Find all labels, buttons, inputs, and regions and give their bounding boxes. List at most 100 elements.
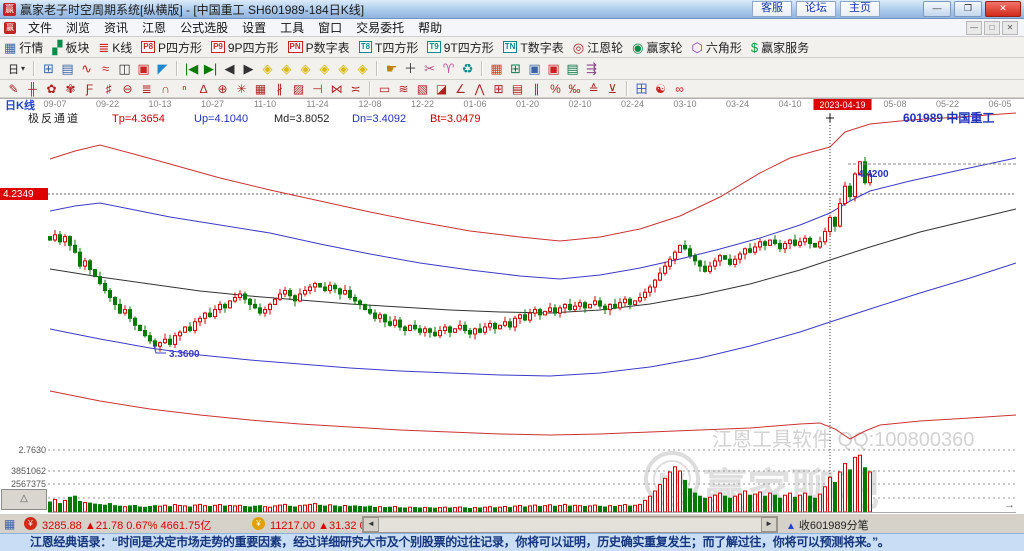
wave-icon[interactable]: ∿ [77,60,96,78]
menu-item-4[interactable]: 公式选股 [173,20,235,36]
titlebar-link-0[interactable]: 客服 [752,1,792,17]
percent-tool-icon[interactable]: % [546,80,565,98]
diamond-5-icon[interactable]: ◈ [334,60,353,78]
infinity-tool-icon[interactable]: ∞ [670,80,689,98]
zigzag-tool-icon[interactable]: ⋀ [470,80,489,98]
hatch-tool-icon[interactable]: ▨ [289,80,308,98]
mdi-control-1[interactable]: □ [984,21,1000,35]
t9-square-button[interactable]: T99T四方形 [427,39,493,56]
kline-chart-canvas[interactable]: 江恩工具软件 QQ:100800360财赢赢家聊吧4.23492.7630385… [0,99,1024,514]
hexagon-button[interactable]: ⬡六角形 [691,39,741,56]
angle-tool-icon[interactable]: ∠ [451,80,470,98]
scroll-right-arrow[interactable]: ► [761,517,777,532]
menu-item-0[interactable]: 文件 [21,20,59,36]
price-cycle-tool-icon[interactable]: ✾ [61,80,80,98]
menu-item-7[interactable]: 窗口 [311,20,349,36]
wave2-icon[interactable]: ≈ [96,60,115,78]
panel-tool-icon[interactable]: ▤ [508,80,527,98]
quotes-button[interactable]: ▦行情 [4,39,43,56]
grid-icon[interactable]: ▦ [4,517,15,531]
calculator-icon[interactable]: ⊞ [506,60,525,78]
approx-tool-icon[interactable]: ≙ [584,80,603,98]
close-button[interactable]: ✕ [985,1,1021,17]
export-icon[interactable]: ▤ [563,60,582,78]
square-n-tool-icon[interactable]: ⁿ [175,80,194,98]
oval-tool-icon[interactable]: ⊖ [118,80,137,98]
first-bar-icon[interactable]: |◀ [182,60,201,78]
next-bar-icon[interactable]: ▶ [239,60,258,78]
link-tool-icon[interactable]: ⋈ [327,80,346,98]
diamond-6-icon[interactable]: ◈ [353,60,372,78]
star-tool-icon[interactable]: ✳ [232,80,251,98]
menu-item-3[interactable]: 江恩 [135,20,173,36]
shade-tool-icon[interactable]: ▧ [413,80,432,98]
yinyang-tool-icon[interactable]: ☯ [651,80,670,98]
parallel-tool-icon[interactable]: ∦ [270,80,289,98]
scissors-icon[interactable]: ✂ [420,60,439,78]
fib-tool-icon[interactable]: Ƒ [80,80,99,98]
kline-chart-area[interactable]: 江恩工具软件 QQ:100800360财赢赢家聊吧4.23492.7630385… [0,98,1024,513]
menu-item-8[interactable]: 交易委托 [349,20,411,36]
p9-square-button[interactable]: P99P四方形 [211,39,278,56]
menu-item-2[interactable]: 资讯 [97,20,135,36]
calendar-icon[interactable]: ▦ [487,60,506,78]
mask-icon[interactable]: ♈ [439,60,458,78]
permille-tool-icon[interactable]: ‰ [565,80,584,98]
gann-fan-tool-icon[interactable]: ╫ [23,80,42,98]
winner-wheel-button[interactable]: ◉赢家轮 [632,39,682,56]
gann-wheel-button[interactable]: ◎江恩轮 [573,39,623,56]
tag-tool-icon[interactable]: ⊣ [308,80,327,98]
scroll-left-arrow[interactable]: ◄ [363,517,379,532]
horizontal-scrollbar[interactable]: ◄ ► [362,516,778,533]
rect-tool-icon[interactable]: ▭ [375,80,394,98]
diamond-3-icon[interactable]: ◈ [296,60,315,78]
maximize-button[interactable]: ❐ [954,1,982,17]
overlay-icon[interactable]: ▣ [134,60,153,78]
titlebar-link-2[interactable]: 主页 [840,1,880,17]
recycle-icon[interactable]: ♻ [458,60,477,78]
arc-tool-icon[interactable]: ∩ [156,80,175,98]
p-square-button[interactable]: P8P四方形 [141,39,202,56]
diamond-2-icon[interactable]: ◈ [277,60,296,78]
t-square-button[interactable]: T8T四方形 [359,39,419,56]
pitchfork-tool-icon[interactable]: ♯ [99,80,118,98]
prev-bar-icon[interactable]: ◀ [220,60,239,78]
t-number-table-button[interactable]: TNT数字表 [503,39,564,56]
p-number-table-button[interactable]: PNP数字表 [288,39,350,56]
candle-style-icon[interactable]: ◫ [115,60,134,78]
diamond-4-icon[interactable]: ◈ [315,60,334,78]
sh-index-quote[interactable]: 3285.88 ▲21.78 0.67% 4661.75亿 [42,517,211,533]
balance-tool-icon[interactable]: ≍ [346,80,365,98]
mdi-control-2[interactable]: ✕ [1002,21,1018,35]
report-icon[interactable]: ▤ [58,60,77,78]
pencil-tool-icon[interactable]: ✎ [4,80,23,98]
flag-icon[interactable]: ◤ [153,60,172,78]
half-shade-tool-icon[interactable]: ◪ [432,80,451,98]
diamond-1-icon[interactable]: ◈ [258,60,277,78]
sectors-button[interactable]: ▞板块 [52,39,89,56]
minimize-button[interactable]: — [923,1,951,17]
expand-panel-button[interactable]: △ [1,489,47,510]
save-red-icon[interactable]: ▣ [544,60,563,78]
menu-item-5[interactable]: 设置 [235,20,273,36]
sh-index-icon[interactable]: ¥ [24,517,37,530]
winner-service-button[interactable]: $赢家服务 [751,39,809,56]
titlebar-link-1[interactable]: 论坛 [796,1,836,17]
triangle-tool-icon[interactable]: ∆ [194,80,213,98]
kline-button[interactable]: ≣K线 [98,39,132,56]
sz-index-icon[interactable]: ¥ [252,517,265,530]
chart-window-icon[interactable]: ⊞ [39,60,58,78]
mdi-control-0[interactable]: — [966,21,982,35]
circle-cross-tool-icon[interactable]: ⊕ [213,80,232,98]
crosshair-tool-icon[interactable]: ＋ [401,60,420,78]
send-icon[interactable]: ⇶ [582,60,601,78]
overlay-tool-icon[interactable]: ⊻ [603,80,622,98]
slash-tool-icon[interactable]: ∥ [527,80,546,98]
menu-item-9[interactable]: 帮助 [411,20,449,36]
menu-item-6[interactable]: 工具 [273,20,311,36]
last-bar-icon[interactable]: ▶| [201,60,220,78]
grid-tool-icon[interactable]: ⊞ [489,80,508,98]
wave-tool-icon[interactable]: ≋ [394,80,413,98]
lines-tool-icon[interactable]: ≣ [137,80,156,98]
matrix-tool-icon[interactable]: 田 [632,80,651,98]
